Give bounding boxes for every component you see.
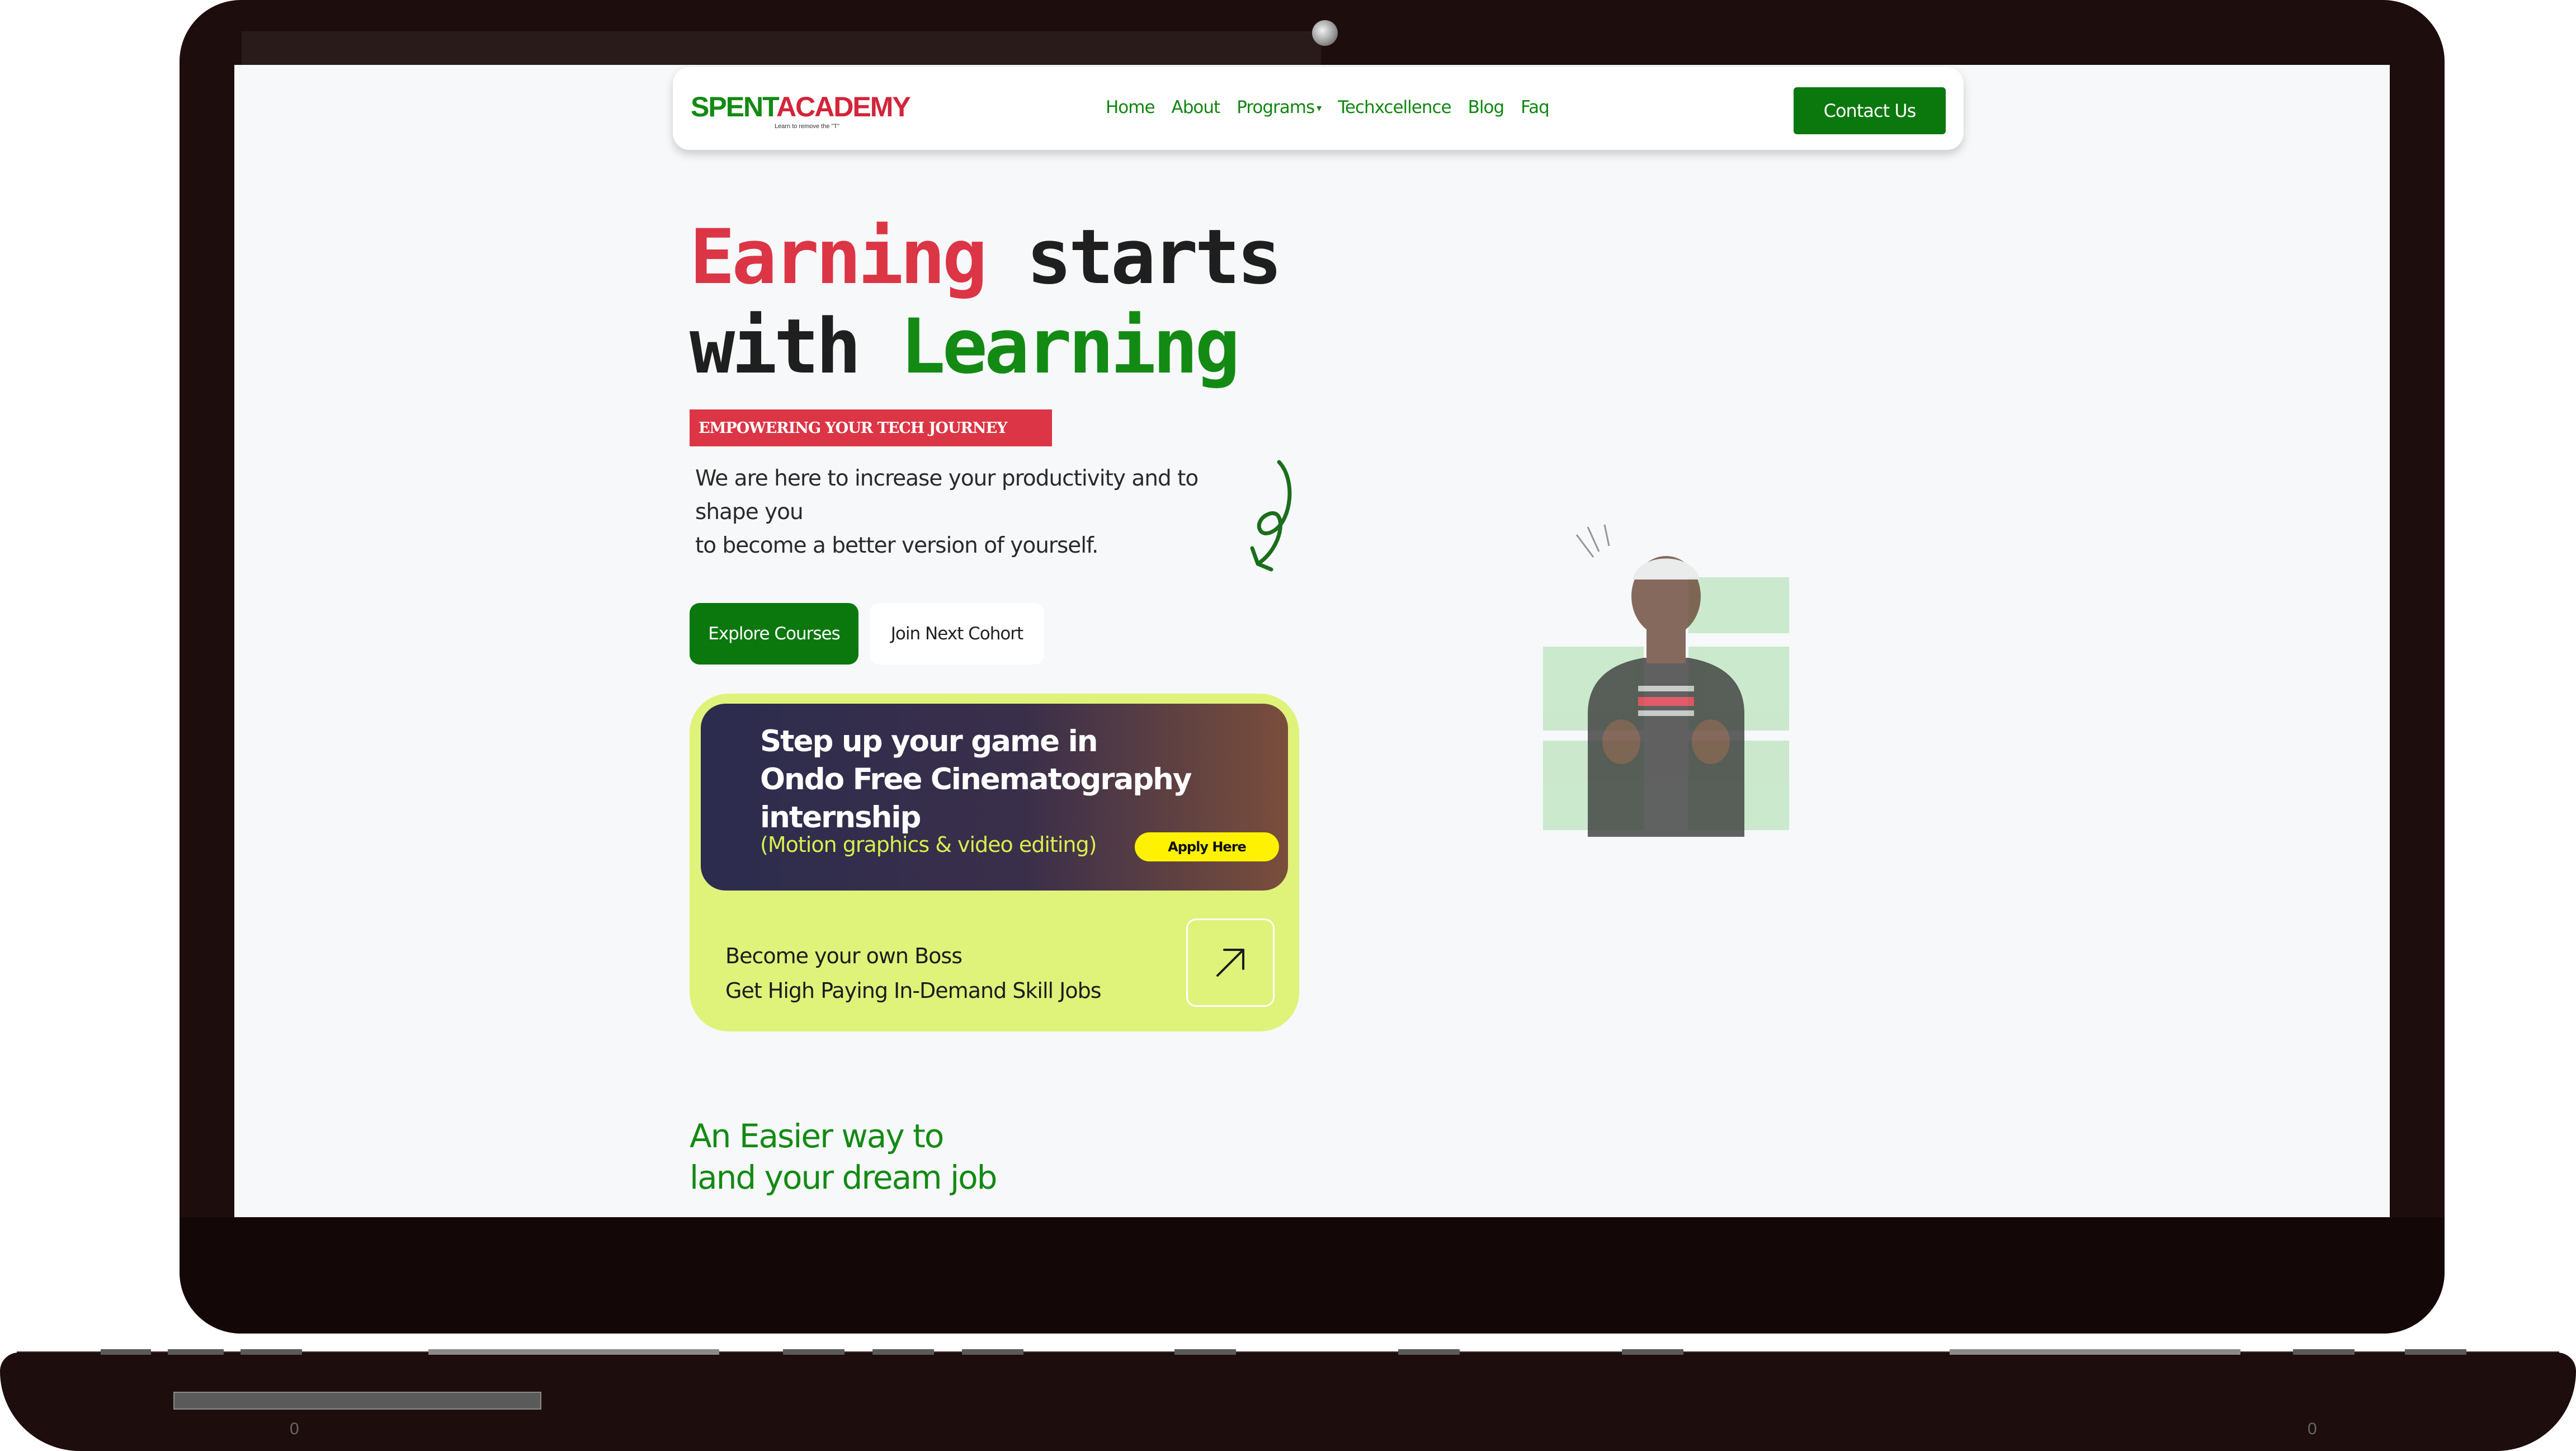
nav-link-programs[interactable]: Programs ▾ xyxy=(1237,97,1322,117)
navbar: SPENTACADEMY Learn to remove the "T" Hom… xyxy=(673,67,1964,150)
hero-title-starts: starts xyxy=(984,213,1282,301)
base-mark: 0 xyxy=(290,1420,299,1438)
base-mark: 0 xyxy=(2308,1420,2317,1438)
keyboard-key xyxy=(962,1349,1023,1355)
hero-description: We are here to increase your productivit… xyxy=(695,462,1271,563)
laptop-screen: SPENTACADEMY Learn to remove the "T" Hom… xyxy=(234,65,2390,1217)
webcam-icon xyxy=(1312,20,1338,46)
internship-title-line: internship xyxy=(760,800,921,835)
hero-title-with: with xyxy=(690,303,900,390)
section-heading-line: land your dream job xyxy=(690,1158,997,1196)
keyboard-key xyxy=(2405,1349,2466,1355)
hero-description-line: We are here to increase your productivit… xyxy=(695,466,1199,491)
trackpad-bar xyxy=(173,1392,541,1410)
laptop-bezel-bottom xyxy=(180,1217,2445,1334)
keyboard-key xyxy=(872,1349,934,1355)
hero-title-earning: Earning xyxy=(690,213,988,301)
keyboard-key xyxy=(168,1349,224,1355)
keyboard-key xyxy=(2293,1349,2355,1355)
nav-link-programs-label: Programs xyxy=(1237,97,1315,117)
nav-link-about[interactable]: About xyxy=(1172,97,1221,117)
nav-link-home[interactable]: Home xyxy=(1106,97,1155,117)
hero-title-learning: Learning xyxy=(900,303,1240,390)
keyboard-key xyxy=(101,1349,151,1355)
nav-link-faq[interactable]: Faq xyxy=(1521,97,1550,117)
internship-subtitle: (Motion graphics & video editing) xyxy=(760,832,1097,857)
logo-tagline: Learn to remove the "T" xyxy=(775,123,840,130)
contact-us-button[interactable]: Contact Us xyxy=(1794,87,1946,134)
explore-courses-button[interactable]: Explore Courses xyxy=(690,603,858,665)
keyboard-key xyxy=(240,1349,302,1355)
site-logo[interactable]: SPENTACADEMY Learn to remove the "T" xyxy=(691,91,911,135)
internship-title-line: Step up your game in xyxy=(760,724,1098,759)
apply-here-button[interactable]: Apply Here xyxy=(1135,832,1279,861)
keyboard-key xyxy=(783,1349,844,1355)
promo-tagline-line: Get High Paying In-Demand Skill Jobs xyxy=(725,978,1102,1003)
internship-title: Step up your game in Ondo Free Cinematog… xyxy=(760,723,1263,837)
laptop-hinge xyxy=(428,1349,719,1355)
promo-tagline: Become your own Boss Get High Paying In-… xyxy=(725,939,1102,1008)
internship-banner: Step up your game in Ondo Free Cinematog… xyxy=(701,704,1288,891)
keyboard-key xyxy=(1622,1349,1683,1355)
laptop-hinge xyxy=(1950,1349,2240,1355)
squiggle-arrow-icon xyxy=(1250,460,1292,572)
laptop-bezel-strip xyxy=(242,31,1321,65)
hero-description-line: to become a better version of yourself. xyxy=(695,533,1098,558)
hero-description-line: shape you xyxy=(695,500,804,525)
keyboard-key xyxy=(1398,1349,1460,1355)
nav-links: Home About Programs ▾ Techxcellence Blog … xyxy=(1106,97,1550,117)
section-heading-line: An Easier way to xyxy=(690,1117,944,1155)
join-next-cohort-button[interactable]: Join Next Cohort xyxy=(870,603,1044,665)
internship-title-line: Ondo Free Cinematography xyxy=(760,762,1192,797)
hero-badge: EMPOWERING YOUR TECH JOURNEY xyxy=(690,409,1052,446)
arrow-up-right-icon xyxy=(1216,949,1244,977)
nav-link-techxcellence[interactable]: Techxcellence xyxy=(1338,97,1451,117)
logo-wordmark: SPENTACADEMY xyxy=(691,91,911,123)
caret-down-icon: ▾ xyxy=(1317,102,1322,114)
hero-title: Earning starts with Learning xyxy=(690,213,1282,392)
arrow-link-button[interactable] xyxy=(1186,918,1275,1007)
promo-card: Step up your game in Ondo Free Cinematog… xyxy=(690,694,1299,1031)
keyboard-key xyxy=(1174,1349,1236,1355)
nav-link-blog[interactable]: Blog xyxy=(1468,97,1505,117)
promo-tagline-line: Become your own Boss xyxy=(725,944,963,968)
section-heading: An Easier way to land your dream job xyxy=(690,1115,997,1198)
hero-instructor-image xyxy=(1543,524,1789,837)
